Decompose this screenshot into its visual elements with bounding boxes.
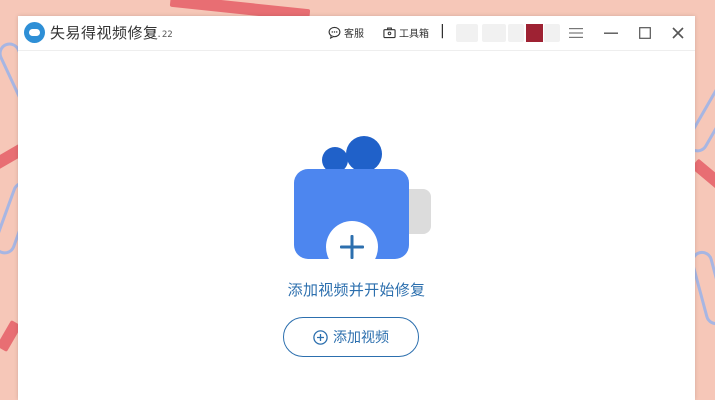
maximize-button[interactable] — [633, 22, 657, 44]
minimize-icon — [604, 32, 618, 34]
app-title: 失易得视频修复 — [50, 24, 159, 42]
redacted-block — [482, 24, 506, 42]
app-version: 1.22 — [151, 30, 173, 40]
add-circle-icon — [313, 329, 328, 345]
add-video-button-label: 添加视频 — [333, 330, 389, 346]
app-logo-icon — [24, 22, 45, 43]
user-mark: | — [440, 23, 445, 39]
hamburger-menu-icon — [569, 28, 583, 38]
user-avatar-chip — [526, 24, 543, 42]
redacted-block — [508, 24, 524, 42]
camera-reel-large — [346, 136, 382, 172]
add-video-drop-area[interactable] — [294, 136, 454, 273]
plus-circle-icon — [326, 221, 378, 273]
toolbox-icon — [383, 27, 396, 39]
menu-button[interactable] — [564, 22, 588, 44]
plus-icon — [340, 235, 364, 259]
add-video-prompt: 添加视频并开始修复 — [287, 281, 426, 299]
close-button[interactable] — [666, 22, 690, 44]
maximize-icon — [639, 27, 651, 39]
close-icon — [672, 27, 684, 39]
support-label: 客服 — [344, 29, 364, 40]
redacted-block — [544, 24, 560, 42]
app-window: 失易得视频修复 1.22 客服 工具箱 | 添加视频并开始修复 添加视频 — [18, 16, 695, 400]
chat-bubble-icon — [328, 26, 341, 39]
redacted-block — [456, 24, 478, 42]
add-video-button[interactable]: 添加视频 — [283, 317, 419, 357]
title-bar[interactable]: 失易得视频修复 1.22 客服 工具箱 | — [18, 16, 695, 51]
support-button[interactable]: 客服 — [328, 25, 364, 40]
toolbox-label: 工具箱 — [399, 29, 429, 40]
camera-lens — [409, 189, 431, 234]
toolbox-button[interactable]: 工具箱 — [383, 25, 429, 40]
user-account-area[interactable]: | — [438, 22, 563, 44]
minimize-button[interactable] — [599, 22, 623, 44]
